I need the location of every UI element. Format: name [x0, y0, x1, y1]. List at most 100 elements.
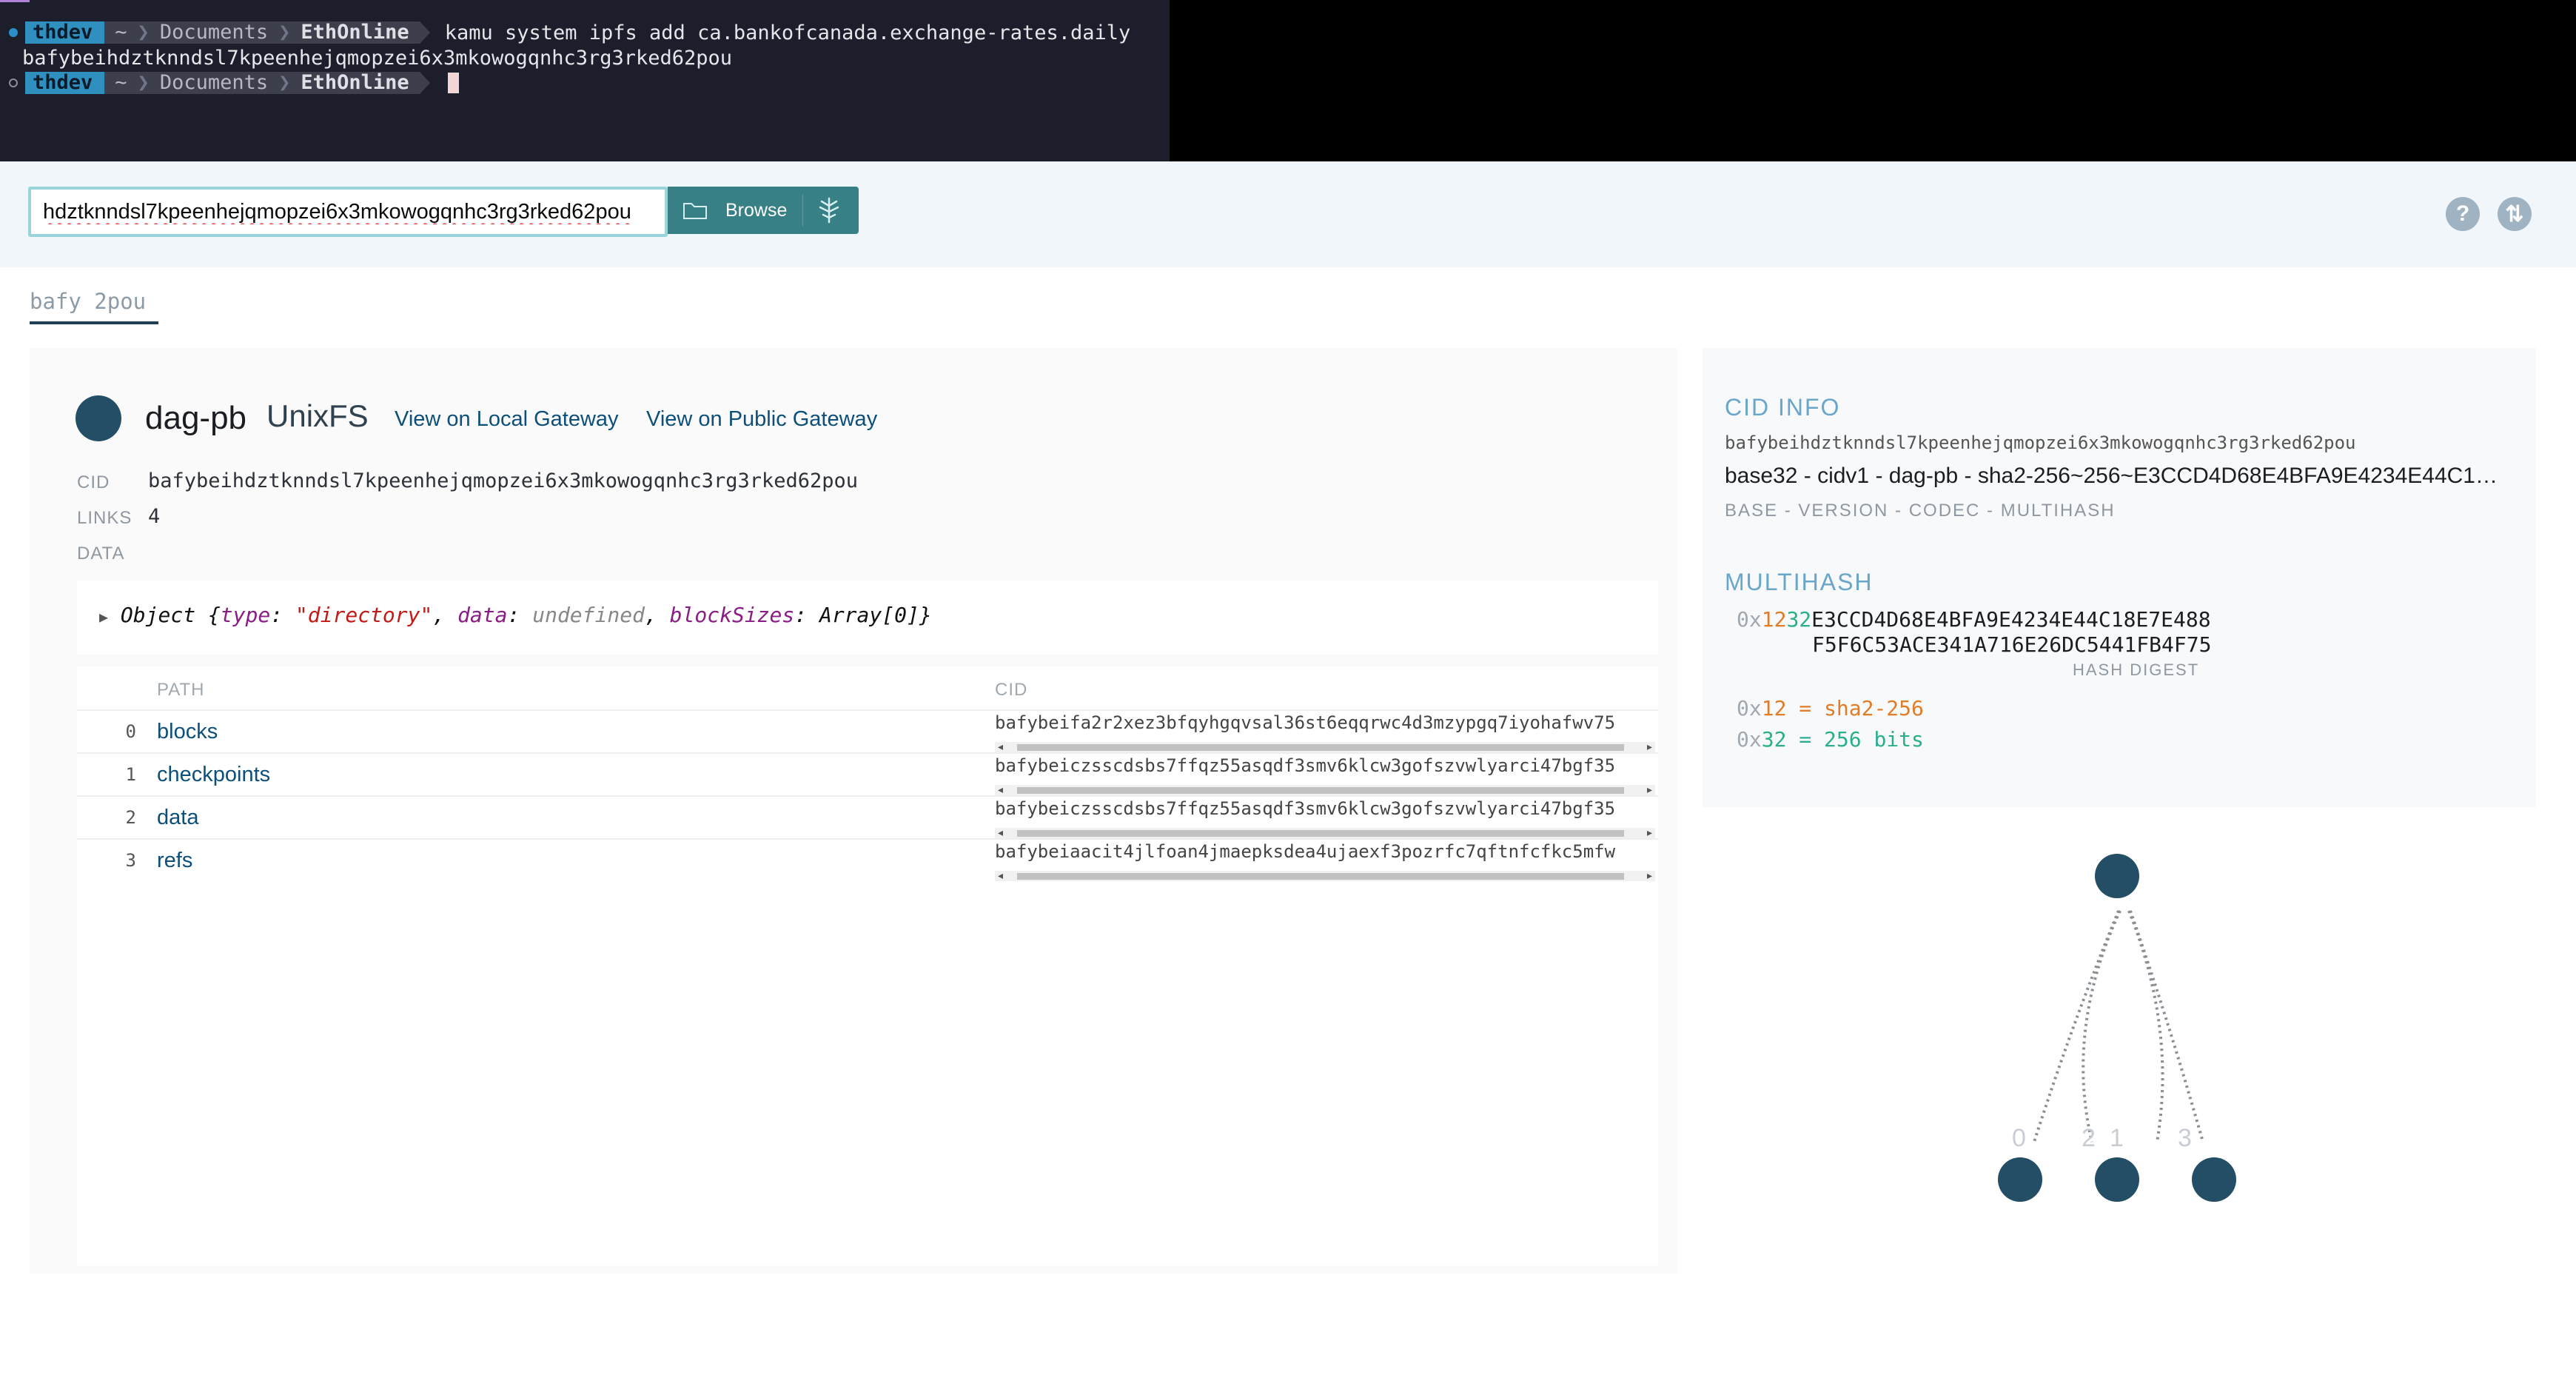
browse-button[interactable]: Browse	[668, 187, 859, 234]
multihash-digest: E3CCD4D68E4BFA9E4234E44C18E7E488	[1811, 607, 2211, 632]
breadcrumb-active-underline	[30, 321, 158, 324]
scroll-left-icon[interactable]: ◂	[998, 826, 1003, 839]
graph-edge-label: 2	[2082, 1124, 2096, 1152]
node-format: UnixFS	[266, 398, 369, 433]
terminal-output-cid: bafybeihdztknndsl7kpeenhejqmopzei6x3mkow…	[22, 46, 733, 70]
multihash-line-2: F5F6C53ACE341A716E26DC5441FB4F75	[1812, 632, 2211, 657]
scroll-right-icon[interactable]: ▸	[1647, 869, 1652, 882]
code-description: = sha2-256	[1786, 696, 1924, 720]
terminal-output: bafybeihdztknndsl7kpeenhejqmopzei6x3mkow…	[22, 45, 732, 70]
cid-info-title: CID INFO	[1725, 394, 1841, 421]
cid-search-input-value[interactable]: hdztknndsl7kpeenhejqmopzei6x3mkowogqnhc3…	[43, 200, 657, 224]
prompt-home: ~	[115, 71, 127, 94]
terminal-command: kamu system ipfs add ca.bankofcanada.exc…	[444, 21, 1131, 44]
scroll-left-icon[interactable]: ◂	[998, 869, 1003, 882]
table-row[interactable]: 3 refs bafybeiaacit4jlfoan4jmaepksdea4uj…	[77, 838, 1658, 881]
table-row[interactable]: 1 checkpoints bafybeiczsscdsbs7ffqz55asq…	[77, 752, 1658, 795]
row-index: 0	[125, 721, 136, 742]
scroll-left-icon[interactable]: ◂	[998, 783, 1003, 796]
row-index: 1	[125, 764, 136, 785]
terminal-line-command: thdev ~ ❯ Documents ❯ EthOnline kamu sys…	[9, 20, 1130, 45]
hex-prefix: 0x	[1737, 727, 1762, 752]
path-separator-icon: ❯	[137, 71, 150, 94]
local-gateway-link[interactable]: View on Local Gateway	[395, 407, 619, 432]
breadcrumb[interactable]: bafy 2pou	[30, 289, 146, 314]
terminal-prompt: thdev ~ ❯ Documents ❯ EthOnline	[9, 72, 445, 94]
row-cid-scrollbar[interactable]: ◂ ▸	[995, 826, 1655, 839]
cid-label: CID	[77, 472, 110, 492]
cid-search-input[interactable]: hdztknndsl7kpeenhejqmopzei6x3mkowogqnhc3…	[28, 187, 668, 237]
hex-prefix: 0x	[1737, 696, 1762, 720]
graph-child-node[interactable]	[2095, 1157, 2139, 1202]
object-prefix: Object {	[120, 603, 221, 627]
table-row[interactable]: 0 blocks bafybeifa2r2xez3bfqyhgqvsal36st…	[77, 709, 1658, 752]
row-cid-scrollbar[interactable]: ◂ ▸	[995, 869, 1655, 882]
multihash-title: MULTIHASH	[1725, 569, 1874, 595]
column-header-cid: CID	[995, 680, 1028, 700]
graph-root-node[interactable]	[2095, 854, 2139, 898]
scroll-right-icon[interactable]: ▸	[1647, 783, 1652, 796]
path-separator-icon: ❯	[278, 21, 291, 44]
expand-arrow-icon[interactable]: ▶	[99, 608, 108, 626]
node-details-panel: dag-pb UnixFS View on Local Gateway View…	[30, 348, 1677, 1274]
help-icon[interactable]: ?	[2446, 197, 2480, 231]
node-type-icon	[76, 395, 121, 441]
dag-graph: 0 2 1 3	[1998, 854, 2236, 1202]
prompt-arrow	[419, 21, 430, 44]
row-path-link[interactable]: blocks	[157, 720, 218, 744]
row-path-link[interactable]: refs	[157, 849, 192, 873]
graph-edge-label: 0	[2012, 1124, 2026, 1152]
graph-child-node[interactable]	[1998, 1157, 2042, 1202]
cid-info-panel: CID INFO bafybeihdztknndsl7kpeenhejqmopz…	[1703, 348, 2536, 807]
ipfs-tree-icon[interactable]	[814, 195, 844, 225]
row-index: 3	[125, 850, 136, 871]
links-count: 4	[148, 505, 161, 528]
scroll-right-icon[interactable]: ▸	[1647, 740, 1652, 753]
hex-prefix: 0x	[1737, 607, 1762, 632]
links-table: PATH CID 0 blocks bafybeifa2r2xez3bfqyhg…	[77, 666, 1658, 1266]
button-divider	[802, 194, 803, 227]
terminal-pane[interactable]: thdev ~ ❯ Documents ❯ EthOnline kamu sys…	[0, 0, 1170, 161]
data-object-tree[interactable]: ▶ Object {type: "directory", data: undef…	[99, 603, 932, 627]
prompt-path: ~ ❯ Documents ❯ EthOnline	[104, 21, 420, 44]
length-description: = 256 bits	[1786, 727, 1924, 752]
object-value: undefined	[532, 603, 645, 627]
multihash-code: 12	[1761, 607, 1787, 632]
row-cid-scrollbar[interactable]: ◂ ▸	[995, 783, 1655, 796]
public-gateway-link[interactable]: View on Public Gateway	[646, 407, 877, 432]
graph-edge	[2129, 910, 2204, 1143]
object-key: data	[457, 603, 508, 627]
object-key: type	[220, 603, 271, 627]
object-value: "directory"	[295, 603, 433, 627]
object-value: Array[0]	[819, 603, 919, 627]
terminal-window: thdev ~ ❯ Documents ❯ EthOnline kamu sys…	[0, 0, 2576, 161]
row-cid: bafybeiaacit4jlfoan4jmaepksdea4ujaexf3po…	[995, 841, 1616, 862]
object-key: blockSizes	[669, 603, 795, 627]
folder-icon	[683, 203, 707, 219]
scroll-left-icon[interactable]: ◂	[998, 740, 1003, 753]
data-label: DATA	[77, 544, 125, 564]
scroll-right-icon[interactable]: ▸	[1647, 826, 1652, 839]
terminal-cursor	[447, 73, 459, 93]
prompt-dir2: EthOnline	[301, 71, 409, 94]
row-path-link[interactable]: data	[157, 806, 198, 830]
multihash-digest: F5F6C53ACE341A716E26DC5441FB4F75	[1812, 632, 2212, 657]
sync-icon[interactable]: ⇅	[2498, 197, 2532, 231]
path-separator-icon: ❯	[278, 71, 291, 94]
row-cid: bafybeiczsscdsbs7ffqz55asqdf3smv6klcw3go…	[995, 755, 1616, 776]
table-row[interactable]: 2 data bafybeiczsscdsbs7ffqz55asqdf3smv6…	[77, 795, 1658, 838]
graph-edge	[2127, 910, 2164, 1143]
app-header: hdztknndsl7kpeenhejqmopzei6x3mkowogqnhc3…	[0, 161, 2576, 267]
row-cid: bafybeiczsscdsbs7ffqz55asqdf3smv6klcw3go…	[995, 798, 1616, 819]
row-cid-scrollbar[interactable]: ◂ ▸	[995, 740, 1655, 753]
cid-value: bafybeihdztknndsl7kpeenhejqmopzei6x3mkow…	[148, 469, 859, 492]
object-suffix: }	[919, 603, 932, 627]
graph-edges	[2033, 910, 2204, 1143]
prompt-home: ~	[115, 21, 127, 44]
prompt-arrow	[419, 72, 430, 94]
hash-digest-label: HASH DIGEST	[2073, 661, 2200, 679]
code-value: 12	[1761, 696, 1787, 720]
graph-child-node[interactable]	[2192, 1157, 2236, 1202]
row-path-link[interactable]: checkpoints	[157, 763, 270, 787]
terminal-line-prompt: thdev ~ ❯ Documents ❯ EthOnline	[9, 70, 459, 96]
